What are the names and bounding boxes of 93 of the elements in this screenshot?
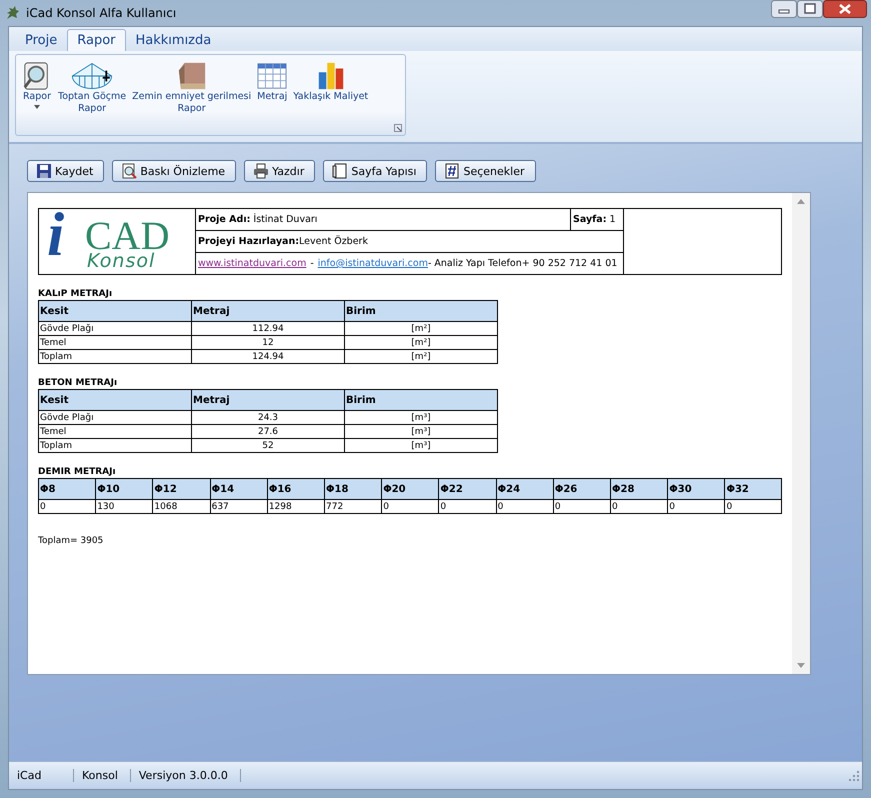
section-title: BETON METRAJı	[38, 378, 118, 388]
table-cell: [m³]	[344, 410, 498, 424]
table-cell: 772	[324, 500, 382, 514]
page-icon	[332, 163, 348, 179]
ribbon-button[interactable]: Yaklaşık Maliyet	[293, 61, 368, 103]
table-cell: Temel	[38, 424, 192, 438]
column-header: Φ22	[438, 478, 496, 500]
status-text: Versiyon 3.0.0.0	[130, 769, 241, 782]
total-text: Toplam= 3905	[38, 536, 104, 546]
scroll-down-icon[interactable]	[797, 663, 805, 668]
column-header: Metraj	[192, 390, 344, 410]
column-header: Kesit	[38, 390, 192, 410]
ribbon-button[interactable]: Metraj	[257, 61, 288, 103]
ribbon-button[interactable]: Toptan Göçme Rapor	[58, 61, 126, 115]
project-name: Proje Adı: İstinat Duvarı	[198, 214, 318, 225]
toolbar-button[interactable]: Seçenekler	[435, 160, 536, 182]
author: Projeyi Hazırlayan:Levent Özberk	[198, 236, 368, 247]
wall-icon	[176, 61, 207, 91]
table-cell: 0	[724, 500, 782, 514]
column-header: Φ24	[496, 478, 554, 500]
table-cell: 124.94	[192, 350, 344, 364]
ribbon-tab[interactable]: Proje	[15, 29, 68, 51]
printer-icon	[253, 163, 270, 179]
dialog-launcher-icon[interactable]	[394, 124, 402, 132]
column-header: Φ12	[152, 478, 210, 500]
table-cell: [m²]	[344, 336, 498, 350]
column-header: Φ8	[38, 478, 96, 500]
table-cell: 0	[610, 500, 668, 514]
table-cell: Toplam	[38, 350, 192, 364]
section-title: DEMIR METRAJı	[38, 467, 117, 477]
table-cell: 27.6	[192, 424, 344, 438]
ribbon-button[interactable]: Rapor	[22, 61, 52, 109]
table-cell: 637	[210, 500, 268, 514]
ribbon-tab[interactable]: Hakkımızda	[126, 29, 222, 51]
toolbar-button[interactable]: Baskı Önizleme	[112, 160, 236, 182]
status-text: Konsol	[74, 769, 131, 782]
ribbon-tab[interactable]: Rapor	[67, 29, 126, 51]
table-cell: 130	[96, 500, 153, 514]
table-cell: Temel	[38, 336, 192, 350]
table-cell: Gövde Plağı	[38, 410, 192, 424]
leaf-icon	[4, 5, 20, 21]
scrollbar[interactable]	[792, 193, 810, 674]
scroll-up-icon[interactable]	[797, 199, 805, 204]
column-header: Φ18	[324, 478, 382, 500]
toolbar-button[interactable]: Kaydet	[27, 160, 104, 182]
link[interactable]: info@istinatduvari.com	[318, 258, 428, 269]
table-cell: [m²]	[344, 322, 498, 336]
table-cell: [m³]	[344, 424, 498, 438]
magnifier-page-icon	[121, 163, 138, 179]
link[interactable]: www.istinatduvari.com	[198, 258, 306, 269]
table-icon	[257, 61, 288, 91]
column-header: Φ26	[553, 478, 611, 500]
column-header: Φ32	[724, 478, 782, 500]
table-cell: 0	[38, 500, 96, 514]
contact-text: - Analiz Yapı Telefon+ 90 252 712 41 01	[428, 258, 618, 269]
table-cell: 52	[192, 438, 344, 452]
toolbar-button[interactable]: Sayfa Yapısı	[323, 160, 428, 182]
separator-text: -	[310, 258, 314, 269]
table-cell: 112.94	[192, 322, 344, 336]
table-cell: 1068	[152, 500, 210, 514]
table-cell: Gövde Plağı	[38, 322, 192, 336]
column-header: Birim	[344, 390, 498, 410]
table-cell: 1298	[267, 500, 325, 514]
hash-page-icon	[444, 163, 460, 179]
table-cell: 0	[668, 500, 725, 514]
column-header: Φ10	[96, 478, 153, 500]
column-header: Φ20	[382, 478, 439, 500]
ribbon-button[interactable]: Zemin emniyet gerilmesi Rapor	[132, 61, 252, 115]
toolbar-button[interactable]: Yazdır	[244, 160, 316, 182]
table-cell: 24.3	[192, 410, 344, 424]
page-number: Sayfa: 1	[573, 214, 616, 225]
status-text: iCad	[9, 769, 74, 782]
table-cell: 0	[496, 500, 554, 514]
column-header: Kesit	[38, 300, 192, 322]
table-cell: [m³]	[344, 438, 498, 452]
window-title: iCad Konsol Alfa Kullanıcı	[26, 6, 176, 20]
section-title: KALıP METRAJı	[38, 289, 114, 299]
close-button[interactable]	[823, 0, 867, 18]
table-cell: 0	[553, 500, 611, 514]
maximize-button[interactable]	[797, 0, 823, 18]
table-cell: Toplam	[38, 438, 192, 452]
column-header: Φ30	[668, 478, 725, 500]
column-header: Metraj	[192, 300, 344, 322]
column-header: Birim	[344, 300, 498, 322]
table-cell: [m²]	[344, 350, 498, 364]
minimize-button[interactable]	[771, 0, 797, 18]
table-cell: 0	[382, 500, 439, 514]
column-header: Φ14	[210, 478, 268, 500]
column-header: Φ28	[610, 478, 668, 500]
table-cell: 12	[192, 336, 344, 350]
column-header: Φ16	[267, 478, 325, 500]
table-cell: 0	[438, 500, 496, 514]
resize-grip-icon[interactable]	[849, 770, 859, 780]
